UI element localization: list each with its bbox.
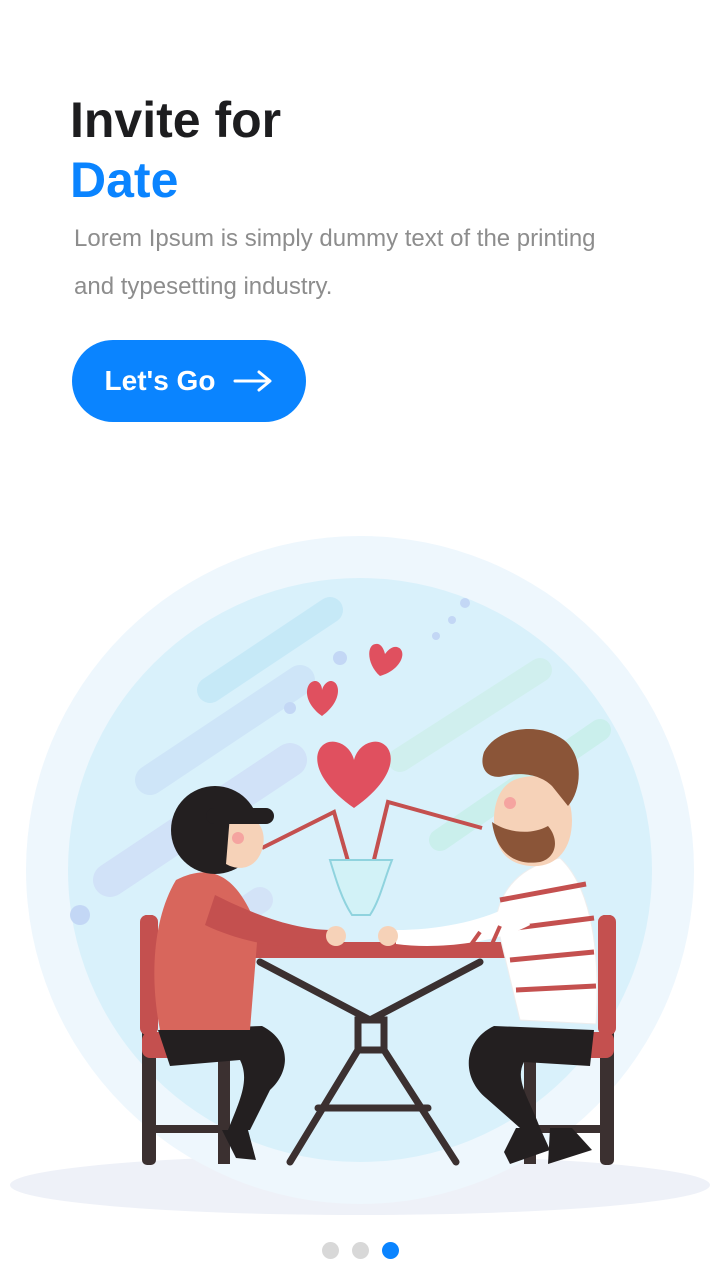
- page-dot-2[interactable]: [351, 1242, 369, 1259]
- page-dot-3[interactable]: [381, 1242, 399, 1259]
- pagination-dots: [0, 1242, 720, 1259]
- page-dot-1[interactable]: [321, 1242, 339, 1259]
- page-title: Invite for Date: [70, 90, 281, 210]
- title-line-1: Invite for: [70, 92, 282, 148]
- lets-go-label: Let's Go: [104, 365, 216, 396]
- arrow-right-icon: [233, 369, 273, 393]
- couple-date-illustration: [10, 536, 710, 1215]
- description-text: Lorem Ipsum is simply dummy text of the …: [74, 225, 596, 300]
- lets-go-button[interactable]: Let's Go: [72, 340, 306, 422]
- title-line-2: Date: [70, 152, 179, 208]
